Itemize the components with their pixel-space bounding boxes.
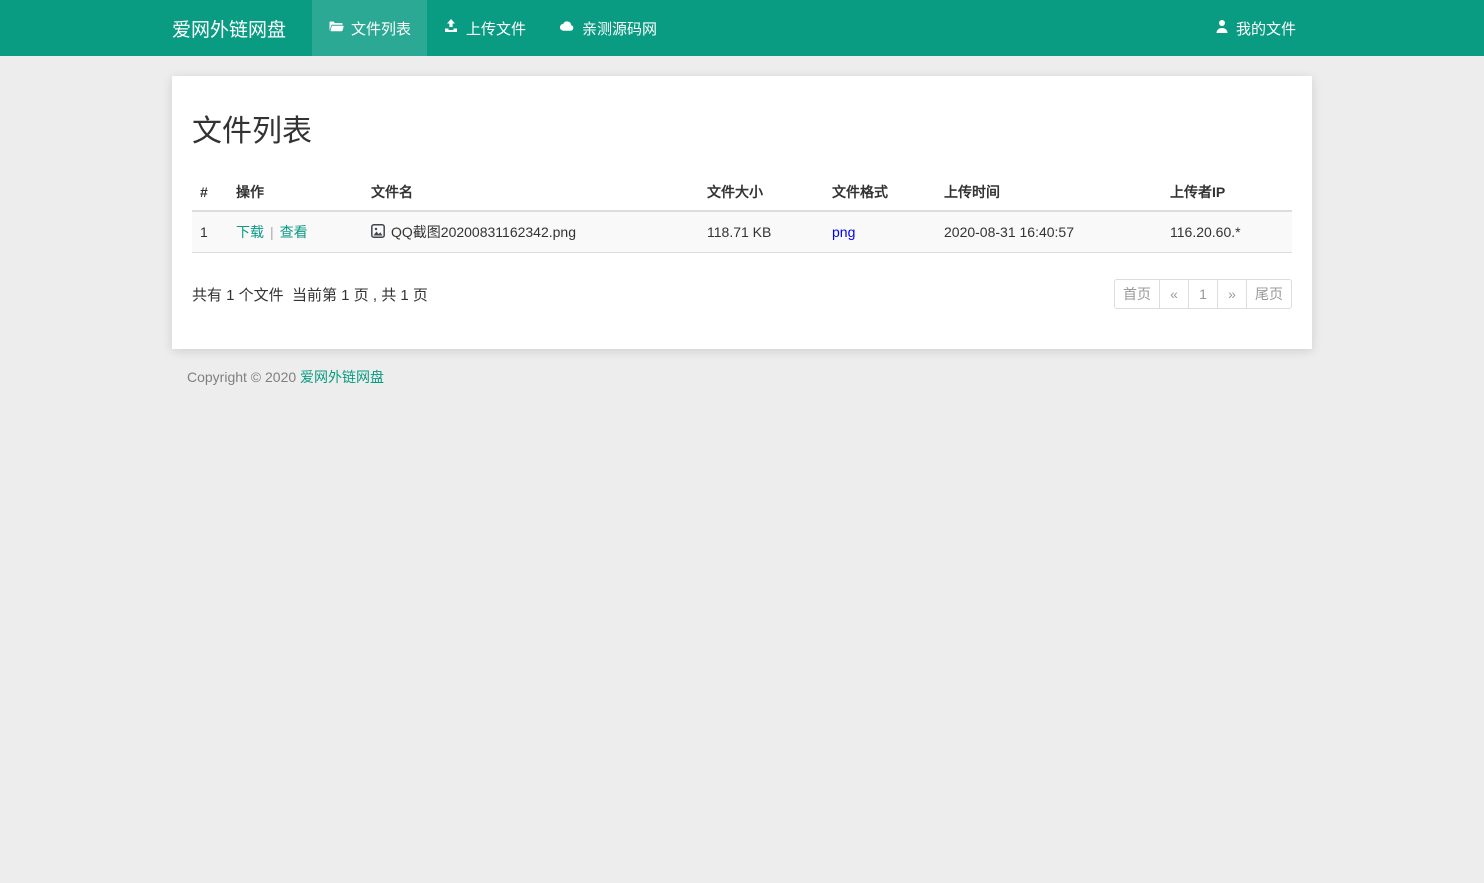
upload-icon [443,18,459,38]
download-link[interactable]: 下载 [236,224,264,240]
col-header-upload-time: 上传时间 [936,174,1162,211]
nav-item-file-list[interactable]: 文件列表 [312,0,427,56]
col-header-filename: 文件名 [363,174,699,211]
page-title: 文件列表 [192,106,1292,150]
folder-open-icon [328,18,344,38]
cloud-icon [558,18,575,38]
user-icon [1215,19,1229,38]
format-link[interactable]: png [832,224,855,240]
pagination-last-button[interactable]: 尾页 [1246,279,1292,309]
file-list-card: 文件列表 # 操作 文件名 文件大小 文件格式 上传时间 上传者IP [172,76,1312,349]
cell-upload-time: 2020-08-31 16:40:57 [936,211,1162,253]
nav-item-label: 文件列表 [351,18,411,39]
cell-uploader-ip: 116.20.60.* [1162,211,1292,253]
cell-size: 118.71 KB [699,211,824,253]
col-header-size: 文件大小 [699,174,824,211]
table-row: 1 下载 | 查看 QQ截图20200831162342.png 118.71 KB [192,211,1292,253]
copyright-text: Copyright © 2020 [187,369,300,385]
cell-index: 1 [192,211,228,253]
col-header-actions: 操作 [228,174,363,211]
nav-item-upload[interactable]: 上传文件 [427,0,542,56]
footer-site-link[interactable]: 爱网外链网盘 [300,369,384,385]
pagination-next-button[interactable]: » [1217,279,1247,309]
col-header-index: # [192,174,228,211]
view-link[interactable]: 查看 [280,224,308,240]
pagination-prev-button[interactable]: « [1159,279,1189,309]
navbar: 爱网外链网盘 文件列表 上传文件 亲测源码网 [0,0,1484,56]
image-file-icon [371,224,385,241]
file-table: # 操作 文件名 文件大小 文件格式 上传时间 上传者IP 1 下载 | 查看 [192,174,1292,253]
cell-format: png [824,211,936,253]
cell-actions: 下载 | 查看 [228,211,363,253]
action-separator: | [270,224,274,240]
table-header-row: # 操作 文件名 文件大小 文件格式 上传时间 上传者IP [192,174,1292,211]
nav-item-label: 上传文件 [466,18,526,39]
file-count-summary: 共有 1 个文件 当前第 1 页 , 共 1 页 [192,284,428,305]
col-header-format: 文件格式 [824,174,936,211]
pagination-first-button[interactable]: 首页 [1114,279,1160,309]
brand-label: 爱网外链网盘 [172,15,286,42]
cell-filename: QQ截图20200831162342.png [363,211,699,253]
user-nav: 我的文件 [1199,0,1312,56]
main-nav: 文件列表 上传文件 亲测源码网 [312,0,673,56]
nav-item-label: 我的文件 [1236,18,1296,39]
nav-item-source-site[interactable]: 亲测源码网 [542,0,673,56]
filename-text: QQ截图20200831162342.png [391,222,576,242]
pagination-page-1-button[interactable]: 1 [1188,279,1218,309]
nav-item-label: 亲测源码网 [582,18,657,39]
footer: Copyright © 2020 爱网外链网盘 [172,367,1312,387]
nav-item-my-files[interactable]: 我的文件 [1199,0,1312,56]
col-header-uploader-ip: 上传者IP [1162,174,1292,211]
brand-link[interactable]: 爱网外链网盘 [172,0,312,56]
pagination: 首页 « 1 » 尾页 [1114,279,1292,309]
